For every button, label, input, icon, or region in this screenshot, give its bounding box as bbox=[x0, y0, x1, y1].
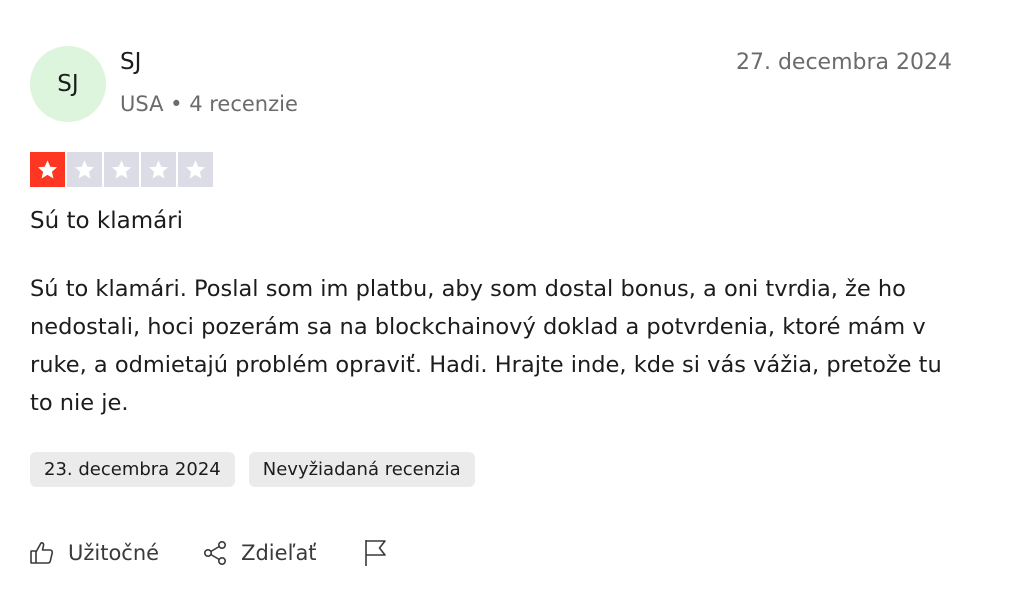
star-icon bbox=[185, 160, 206, 179]
share-icon bbox=[204, 540, 227, 565]
avatar[interactable]: SJ bbox=[30, 46, 106, 122]
share-label: Zdieľať bbox=[241, 541, 317, 565]
star-4 bbox=[141, 152, 176, 187]
star-1 bbox=[30, 152, 65, 187]
avatar-initials: SJ bbox=[57, 71, 79, 97]
review-actions: Užitočné Zdieľať bbox=[28, 538, 389, 568]
reviewer-meta: USA • 4 recenzie bbox=[120, 92, 298, 116]
star-2 bbox=[67, 152, 102, 187]
report-button[interactable] bbox=[361, 538, 389, 568]
review-type-tag[interactable]: Nevyžiadaná recenzia bbox=[248, 452, 475, 487]
star-icon bbox=[111, 160, 132, 179]
useful-label: Užitočné bbox=[68, 541, 160, 565]
review-card: SJ SJ USA • 4 recenzie 27. decembra 2024… bbox=[0, 0, 1024, 604]
review-date: 27. decembra 2024 bbox=[735, 50, 952, 75]
star-icon bbox=[148, 160, 169, 179]
star-icon bbox=[74, 160, 95, 179]
review-tags: 23. decembra 2024 Nevyžiadaná recenzia bbox=[30, 452, 475, 487]
star-icon bbox=[37, 160, 58, 179]
thumbs-up-icon bbox=[30, 542, 54, 564]
flag-icon bbox=[364, 540, 386, 566]
star-rating bbox=[30, 152, 213, 187]
experience-date-tag: 23. decembra 2024 bbox=[30, 452, 235, 487]
star-3 bbox=[104, 152, 139, 187]
review-title[interactable]: Sú to klamári bbox=[30, 208, 183, 234]
useful-button[interactable]: Užitočné bbox=[28, 539, 159, 567]
share-button[interactable]: Zdieľať bbox=[201, 539, 317, 567]
reviewer-name[interactable]: SJ bbox=[120, 49, 141, 75]
star-5 bbox=[178, 152, 213, 187]
review-body: Sú to klamári. Poslal som im platbu, aby… bbox=[30, 276, 942, 416]
